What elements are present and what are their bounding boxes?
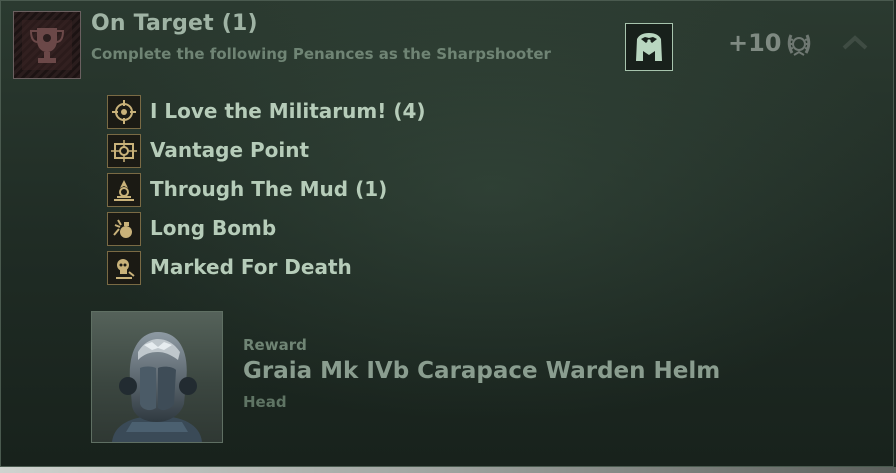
- crosshair-icon: [107, 95, 141, 129]
- grenade-icon: [107, 212, 141, 246]
- penance-label: Long Bomb: [150, 216, 277, 240]
- penance-label: Through The Mud (1): [150, 177, 388, 201]
- reward-slot: Head: [243, 393, 287, 411]
- penance-label: I Love the Militarum! (4): [150, 99, 426, 123]
- scope-icon: [107, 134, 141, 168]
- penance-item[interactable]: I Love the Militarum! (4): [107, 95, 447, 134]
- mud-icon: [107, 173, 141, 207]
- penance-item[interactable]: Through The Mud (1): [107, 173, 447, 212]
- trophy-icon: [13, 11, 81, 79]
- penance-item[interactable]: Long Bomb: [107, 212, 447, 251]
- penance-item[interactable]: Vantage Point: [107, 134, 447, 173]
- achievement-description: Complete the following Penances as the S…: [91, 45, 551, 63]
- bottom-divider: [0, 467, 896, 473]
- penance-list: I Love the Militarum! (4) Vantage Point: [107, 95, 447, 290]
- achievement-title: On Target (1): [91, 11, 258, 36]
- chevron-up-icon[interactable]: [841, 33, 869, 57]
- laurel-icon: [785, 29, 813, 63]
- penance-label: Marked For Death: [150, 255, 352, 279]
- penance-item[interactable]: Marked For Death: [107, 251, 447, 290]
- reward-image[interactable]: [91, 311, 223, 443]
- reward-label: Reward: [243, 336, 307, 354]
- skull-mark-icon: [107, 251, 141, 285]
- points-value: +10: [728, 29, 782, 57]
- reward-name: Graia Mk IVb Carapace Warden Helm: [243, 358, 721, 384]
- eagle-emblem-icon: [625, 23, 673, 71]
- achievement-panel: On Target (1) Complete the following Pen…: [0, 0, 894, 467]
- penance-label: Vantage Point: [150, 138, 310, 162]
